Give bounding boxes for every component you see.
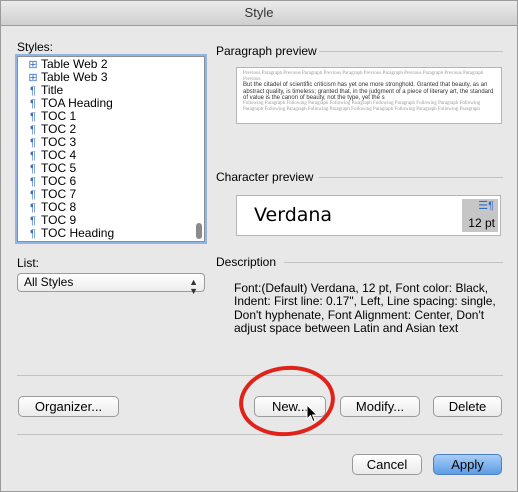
- style-list-item-label: TOC 5: [41, 161, 77, 175]
- character-preview-info: ☰¶ 12 pt: [462, 199, 498, 232]
- style-list-item-label: TOC 9: [41, 213, 77, 227]
- style-list-item-label: TOC 4: [41, 148, 77, 162]
- list-select[interactable]: All Styles ▲ ▼: [17, 273, 205, 296]
- description-text: Font:(Default) Verdana, 12 pt, Font colo…: [234, 281, 496, 336]
- font-size-value: 12 pt: [468, 216, 495, 230]
- paragraph-list-icon: ☰¶: [478, 200, 494, 212]
- paragraph-preview-box: Previous Paragraph Previous Paragraph Pr…: [236, 67, 502, 124]
- cancel-button[interactable]: Cancel: [352, 454, 422, 475]
- style-list-item-label: TOC 2: [41, 122, 77, 136]
- chevron-updown-icon: ▲ ▼: [189, 277, 198, 296]
- style-list-item-label: TOC 3: [41, 135, 77, 149]
- paragraph-preview-label: Paragraph preview: [216, 44, 317, 58]
- style-list-item-label: TOA Heading: [41, 96, 113, 110]
- styles-scrollbar[interactable]: [196, 223, 202, 239]
- style-list-item-label: Table Web 3: [41, 70, 108, 84]
- window-title: Style: [1, 1, 517, 26]
- style-list-item-label: Title: [41, 83, 64, 97]
- paragraph-preview-text: But the citadel of scientific criticism …: [243, 82, 494, 101]
- style-list-item-label: TOC Heading: [41, 226, 115, 240]
- divider: [319, 177, 503, 178]
- style-dialog: Style Styles: ⊞ Table Web 2 ⊞ Table Web 3 ¶ T…: [0, 0, 518, 492]
- character-preview-sample: Verdana: [254, 204, 333, 226]
- highlight-circle: [235, 361, 339, 441]
- styles-list[interactable]: ⊞ Table Web 2 ⊞ Table Web 3 ¶ Title ¶ TOA Headi…: [17, 56, 205, 242]
- styles-label: Styles:: [17, 40, 54, 54]
- style-list-item-label: Table Web 2: [41, 57, 108, 71]
- paragraph-icon: ¶: [30, 228, 36, 240]
- style-list-item-label: TOC 7: [41, 187, 77, 201]
- divider: [284, 262, 503, 263]
- style-list-item[interactable]: ¶ TOC Heading: [18, 226, 204, 241]
- organizer-button[interactable]: Organizer...: [18, 396, 119, 417]
- list-label: List:: [17, 256, 40, 270]
- list-select-value: All Styles: [24, 275, 74, 289]
- character-preview-label: Character preview: [216, 170, 314, 184]
- description-label: Description: [216, 255, 277, 269]
- style-list-item-label: TOC 8: [41, 200, 77, 214]
- delete-button[interactable]: Delete: [433, 396, 502, 417]
- divider: [17, 434, 503, 435]
- modify-button[interactable]: Modify...: [340, 396, 420, 417]
- character-preview-box: Verdana ☰¶ 12 pt: [236, 195, 501, 236]
- divider: [319, 51, 503, 52]
- style-list-item-label: TOC 1: [41, 109, 77, 123]
- mouse-cursor-icon: [306, 404, 318, 423]
- apply-button[interactable]: Apply: [433, 454, 502, 475]
- style-list-item-label: TOC 6: [41, 174, 77, 188]
